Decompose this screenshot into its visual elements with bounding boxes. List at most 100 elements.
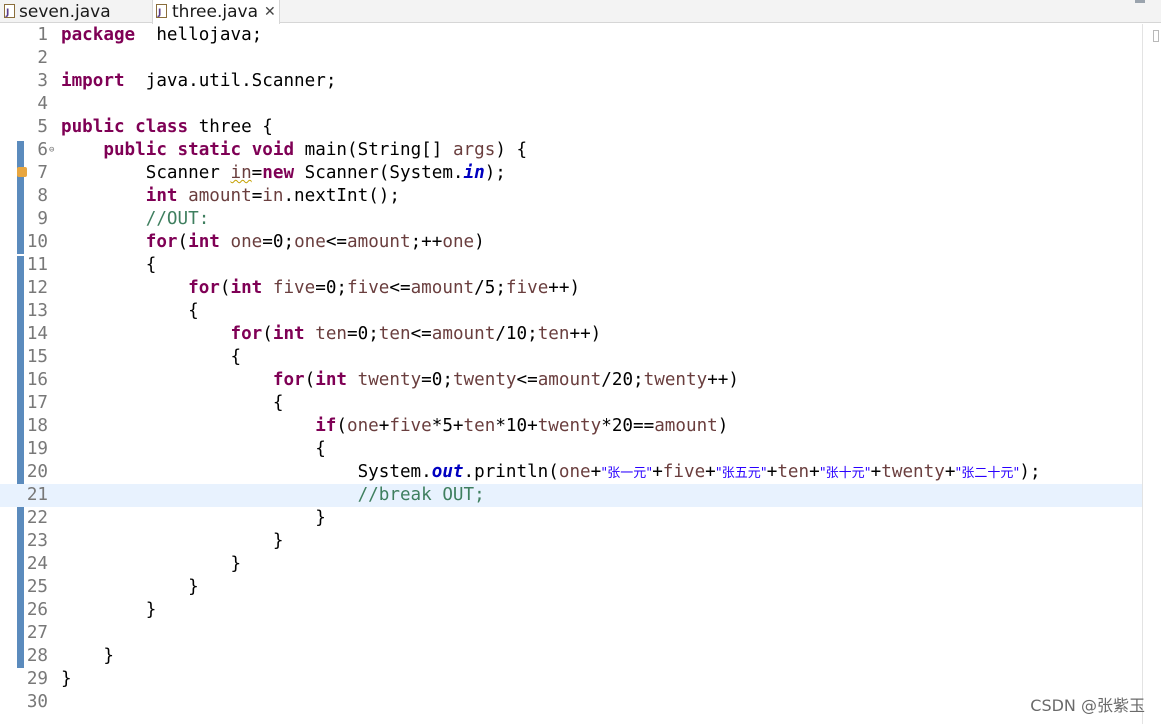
scroll-thumb[interactable] (1153, 30, 1159, 42)
code-token: amount (188, 186, 252, 206)
code-line[interactable]: 24 } (0, 553, 1142, 576)
code-token: + (766, 462, 778, 482)
tab-seven-java[interactable]: J seven.java (0, 0, 145, 23)
line-number: 27 (26, 623, 48, 643)
code-token: { (61, 301, 199, 321)
code-line[interactable]: 14 for(int ten=0;ten<=amount/10;ten++) (0, 323, 1142, 346)
code-text: } (61, 599, 157, 622)
code-line[interactable]: 7 Scanner in=new Scanner(System.in); (0, 162, 1142, 185)
code-token: } (61, 531, 284, 551)
code-line[interactable]: 16 for(int twenty=0;twenty<=amount/20;tw… (0, 369, 1142, 392)
line-number: 26 (26, 600, 48, 620)
code-token: ) (717, 416, 729, 436)
code-text: } (61, 668, 72, 691)
code-editor[interactable]: 1 package hellojava; 2 3 import java.util.Sc… (0, 24, 1142, 714)
line-number: 24 (26, 554, 48, 574)
code-line[interactable]: 26 } (0, 599, 1142, 622)
overview-ruler[interactable] (1142, 24, 1161, 724)
code-line[interactable]: 9 //OUT: (0, 208, 1142, 231)
code-token: ) { (495, 140, 528, 160)
code-token: amount (537, 370, 602, 390)
code-text: for(int twenty=0;twenty<=amount/20;twent… (61, 369, 739, 392)
fold-toggle-icon[interactable]: ⊖ (49, 139, 54, 162)
code-token: import (61, 71, 125, 91)
code-token: for (230, 324, 263, 344)
code-token: public (103, 140, 167, 160)
code-text: //OUT: (61, 208, 210, 231)
tab-three-java[interactable]: J three.java ✕ (152, 0, 280, 24)
code-line[interactable]: 29} (0, 668, 1142, 691)
code-token: for (272, 370, 305, 390)
code-token: in (230, 163, 252, 183)
code-token: static (177, 140, 242, 160)
code-token: for (188, 278, 220, 298)
code-token: = (251, 186, 263, 206)
code-token: hellojava; (135, 25, 263, 45)
warning-icon[interactable] (17, 167, 27, 177)
code-line[interactable]: 4 (0, 93, 1142, 116)
code-token: ++) (569, 324, 602, 344)
code-text: { (61, 346, 241, 369)
code-token: ten (777, 462, 810, 482)
code-line[interactable]: 19 { (0, 438, 1142, 461)
code-line[interactable]: 17 { (0, 392, 1142, 415)
code-token: amount (410, 278, 475, 298)
code-token: twenty (643, 370, 708, 390)
code-token: in (262, 186, 284, 206)
code-token: three { (188, 117, 273, 137)
code-line[interactable]: 28 } (0, 645, 1142, 668)
line-number: 3 (37, 71, 48, 91)
code-line[interactable]: 1 package hellojava; (0, 24, 1142, 47)
code-token: one (294, 232, 326, 252)
code-line[interactable]: 11 { (0, 254, 1142, 277)
code-token: ++) (548, 278, 581, 298)
line-number: 13 (26, 301, 48, 321)
code-token: package (61, 25, 136, 45)
code-token: <= (325, 232, 348, 252)
line-number: 9 (37, 209, 48, 229)
code-line[interactable]: 21 //break OUT; (0, 484, 1142, 507)
code-line[interactable]: 20 System.out.println(one+"张一元"+five+"张五… (0, 461, 1142, 484)
code-line[interactable]: 3 import java.util.Scanner; (0, 70, 1142, 93)
code-token: + (590, 462, 602, 482)
maximize-indicator (1135, 0, 1145, 3)
line-number: 10 (26, 232, 48, 252)
code-text: if(one+five*5+ten*10+twenty*20==amount) (61, 415, 728, 438)
code-line[interactable]: 13 { (0, 300, 1142, 323)
close-icon[interactable]: ✕ (264, 4, 276, 20)
code-line[interactable]: 27 (0, 622, 1142, 645)
code-line[interactable]: 15 { (0, 346, 1142, 369)
code-line[interactable]: 6 ⊖ public static void main(String[] args… (0, 139, 1142, 162)
code-line[interactable]: 18 if(one+five*5+ten*10+twenty*20==amoun… (0, 415, 1142, 438)
code-line[interactable]: 10 for(int one=0;one<=amount;++one) (0, 231, 1142, 254)
code-line[interactable]: 12 for(int five=0;five<=amount/5;five++) (0, 277, 1142, 300)
code-token: /20; (601, 370, 644, 390)
code-token: amount (654, 416, 718, 436)
code-line[interactable]: 8 int amount=in.nextInt(); (0, 185, 1142, 208)
line-number: 17 (26, 393, 48, 413)
code-token: { (61, 255, 157, 275)
code-token: java.util.Scanner; (124, 71, 337, 91)
code-token: twenty (357, 370, 422, 390)
code-line[interactable]: 2 (0, 47, 1142, 70)
code-text: } (61, 507, 326, 530)
code-line[interactable]: 5 public class three { (0, 116, 1142, 139)
code-line[interactable]: 25 } (0, 576, 1142, 599)
code-token: ten (537, 324, 570, 344)
code-text: Scanner in=new Scanner(System.in); (61, 162, 506, 185)
code-token: ) (474, 232, 485, 252)
code-token: *5+ (431, 416, 464, 436)
code-line[interactable]: 30 (0, 691, 1142, 714)
code-token: int (272, 324, 305, 344)
code-text: import java.util.Scanner; (61, 70, 336, 93)
code-token: //break OUT; (357, 485, 485, 505)
code-line[interactable]: 22 } (0, 507, 1142, 530)
code-token: five (389, 416, 432, 436)
code-line[interactable]: 23 } (0, 530, 1142, 553)
code-text: public class three { (61, 116, 273, 139)
code-text: //break OUT; (61, 484, 485, 507)
